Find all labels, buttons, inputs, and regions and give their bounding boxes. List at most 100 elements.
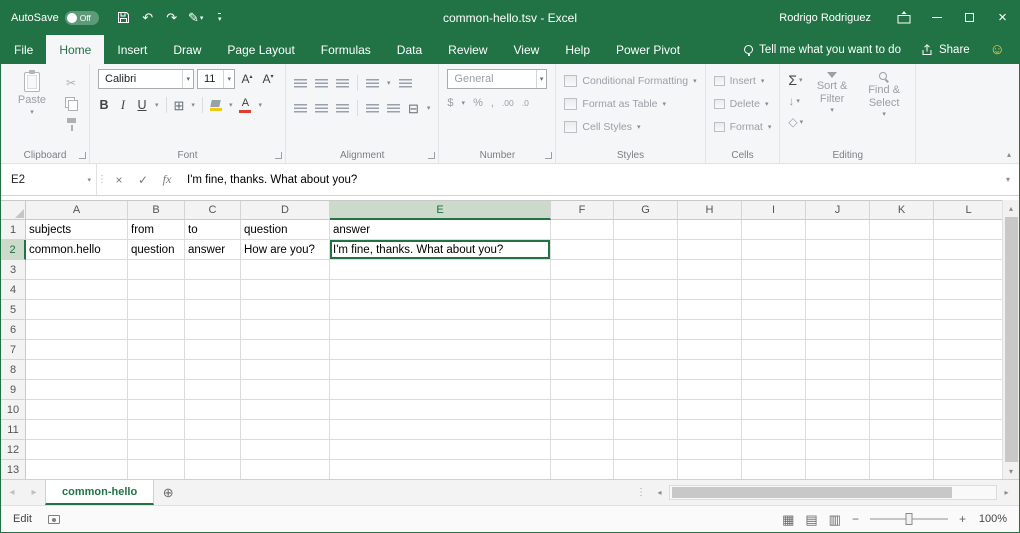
cell-G2[interactable] <box>614 240 678 260</box>
cell-G9[interactable] <box>614 380 678 400</box>
cell-G13[interactable] <box>614 460 678 479</box>
cell-D4[interactable] <box>241 280 330 300</box>
cell-I4[interactable] <box>742 280 806 300</box>
cell-H7[interactable] <box>678 340 742 360</box>
cell-C2[interactable]: answer <box>185 240 241 260</box>
cell-K10[interactable] <box>870 400 934 420</box>
cell-B4[interactable] <box>128 280 185 300</box>
cell-E8[interactable] <box>330 360 551 380</box>
cell-I7[interactable] <box>742 340 806 360</box>
underline-button[interactable]: U <box>136 98 148 112</box>
clear-button[interactable]: ◇ ▾ <box>788 114 803 130</box>
cell-H13[interactable] <box>678 460 742 479</box>
align-middle-button[interactable] <box>315 79 328 88</box>
font-size-combo[interactable]: 11 ▾ <box>197 69 235 89</box>
normal-view-button[interactable]: ▦ <box>782 513 794 526</box>
cell-B12[interactable] <box>128 440 185 460</box>
cell-A1[interactable]: subjects <box>26 220 128 240</box>
cell-F12[interactable] <box>551 440 614 460</box>
zoom-level[interactable]: 100% <box>977 513 1007 525</box>
cell-G12[interactable] <box>614 440 678 460</box>
font-color-button[interactable]: A <box>239 98 251 113</box>
cell-C5[interactable] <box>185 300 241 320</box>
cell-J13[interactable] <box>806 460 870 479</box>
cell-I6[interactable] <box>742 320 806 340</box>
cell-L7[interactable] <box>934 340 1002 360</box>
cell-L1[interactable] <box>934 220 1002 240</box>
cell-C12[interactable] <box>185 440 241 460</box>
dialog-launcher-icon[interactable] <box>79 152 86 159</box>
cell-L11[interactable] <box>934 420 1002 440</box>
row-header-3[interactable]: 3 <box>1 260 26 280</box>
percent-style-button[interactable]: % <box>473 97 483 109</box>
cell-C1[interactable]: to <box>185 220 241 240</box>
zoom-in-button[interactable]: + <box>959 512 966 526</box>
cell-D12[interactable] <box>241 440 330 460</box>
cell-K8[interactable] <box>870 360 934 380</box>
cell-F13[interactable] <box>551 460 614 479</box>
cell-B11[interactable] <box>128 420 185 440</box>
tab-scroll-splitter[interactable]: ⋮ <box>631 487 651 498</box>
row-header-10[interactable]: 10 <box>1 400 26 420</box>
cell-L2[interactable] <box>934 240 1002 260</box>
paste-button[interactable]: Paste ▾ <box>9 69 55 145</box>
cell-B10[interactable] <box>128 400 185 420</box>
horizontal-scrollbar-thumb[interactable] <box>672 487 952 498</box>
cell-A4[interactable] <box>26 280 128 300</box>
row-header-2[interactable]: 2 <box>1 240 26 260</box>
cell-K13[interactable] <box>870 460 934 479</box>
feedback-smiley-icon[interactable]: ☺ <box>990 42 1005 57</box>
cell-F3[interactable] <box>551 260 614 280</box>
bold-button[interactable]: B <box>98 98 110 112</box>
autosave-toggle[interactable]: AutoSave Off <box>11 11 99 25</box>
cell-B6[interactable] <box>128 320 185 340</box>
cell-F5[interactable] <box>551 300 614 320</box>
cell-L8[interactable] <box>934 360 1002 380</box>
dialog-launcher-icon[interactable] <box>275 152 282 159</box>
ribbon-tab-insert[interactable]: Insert <box>104 35 160 64</box>
row-header-11[interactable]: 11 <box>1 420 26 440</box>
cell-J6[interactable] <box>806 320 870 340</box>
cell-C3[interactable] <box>185 260 241 280</box>
formula-input[interactable]: I'm fine, thanks. What about you? <box>179 164 997 195</box>
zoom-out-button[interactable]: − <box>852 512 859 526</box>
undo-button[interactable]: ↶ <box>137 6 159 30</box>
ribbon-tab-draw[interactable]: Draw <box>160 35 214 64</box>
ribbon-tab-help[interactable]: Help <box>552 35 603 64</box>
cell-F11[interactable] <box>551 420 614 440</box>
cell-B9[interactable] <box>128 380 185 400</box>
row-header-7[interactable]: 7 <box>1 340 26 360</box>
cell-E5[interactable] <box>330 300 551 320</box>
cell-K12[interactable] <box>870 440 934 460</box>
cell-L12[interactable] <box>934 440 1002 460</box>
cancel-button[interactable]: × <box>107 164 131 195</box>
cell-E2[interactable]: I'm fine, thanks. What about you? <box>330 240 551 260</box>
cell-L13[interactable] <box>934 460 1002 479</box>
cell-J12[interactable] <box>806 440 870 460</box>
cell-L5[interactable] <box>934 300 1002 320</box>
align-center-button[interactable] <box>315 104 328 113</box>
column-header-C[interactable]: C <box>185 201 241 220</box>
cell-E10[interactable] <box>330 400 551 420</box>
cell-H6[interactable] <box>678 320 742 340</box>
cell-I11[interactable] <box>742 420 806 440</box>
cell-D8[interactable] <box>241 360 330 380</box>
column-header-L[interactable]: L <box>934 201 1002 220</box>
cut-button[interactable]: ✂ <box>61 74 81 91</box>
cell-F7[interactable] <box>551 340 614 360</box>
scroll-up-icon[interactable]: ▴ <box>1003 200 1019 216</box>
cell-B7[interactable] <box>128 340 185 360</box>
column-header-G[interactable]: G <box>614 201 678 220</box>
cell-D10[interactable] <box>241 400 330 420</box>
cell-D9[interactable] <box>241 380 330 400</box>
ribbon-tab-file[interactable]: File <box>1 35 46 64</box>
cell-A5[interactable] <box>26 300 128 320</box>
cell-A3[interactable] <box>26 260 128 280</box>
cell-E11[interactable] <box>330 420 551 440</box>
cell-A2[interactable]: common.hello <box>26 240 128 260</box>
cell-K3[interactable] <box>870 260 934 280</box>
save-button[interactable] <box>113 6 135 30</box>
cell-E13[interactable] <box>330 460 551 479</box>
borders-button[interactable]: ⊞ <box>174 99 185 112</box>
cell-H10[interactable] <box>678 400 742 420</box>
